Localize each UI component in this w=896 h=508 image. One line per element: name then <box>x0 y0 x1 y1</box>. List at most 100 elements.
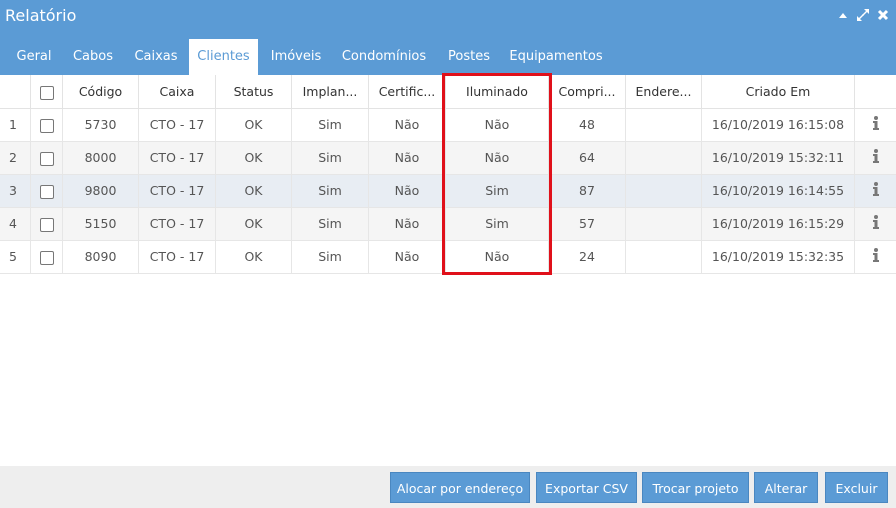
window-controls <box>836 8 890 22</box>
info-icon[interactable] <box>872 242 880 274</box>
header-criado-em[interactable]: Criado Em <box>702 75 855 108</box>
header-status[interactable]: Status <box>216 75 292 108</box>
cell-certificado: Não <box>369 241 446 273</box>
row-number: 2 <box>0 142 31 174</box>
header-rownum <box>0 75 31 108</box>
tab-postes[interactable]: Postes <box>438 39 500 75</box>
cell-implantado: Sim <box>292 109 369 141</box>
alocar-por-endereco-button[interactable]: Alocar por endereço <box>390 472 530 503</box>
row-actions <box>855 241 896 273</box>
results-panel: Código Caixa Status Implan... Certific..… <box>0 75 896 466</box>
cell-comprimento: 64 <box>549 142 626 174</box>
row-number: 4 <box>0 208 31 240</box>
header-comprimento[interactable]: Compri... <box>549 75 626 108</box>
header-endereco[interactable]: Endere... <box>626 75 702 108</box>
header-certificado[interactable]: Certific... <box>369 75 446 108</box>
row-actions <box>855 208 896 240</box>
expand-icon[interactable] <box>856 8 870 22</box>
cell-status: OK <box>216 175 292 207</box>
exportar-csv-button[interactable]: Exportar CSV <box>536 472 637 503</box>
cell-certificado: Não <box>369 142 446 174</box>
row-select <box>31 109 63 141</box>
minimize-icon[interactable] <box>836 8 850 22</box>
table-row[interactable]: 3 9800 CTO - 17 OK Sim Não Sim 87 16/10/2019 16:… <box>0 175 896 208</box>
tab-clientes[interactable]: Clientes <box>189 39 258 75</box>
cell-implantado: Sim <box>292 142 369 174</box>
table-row[interactable]: 4 5150 CTO - 17 OK Sim Não Sim 57 16/10/2019 16:… <box>0 208 896 241</box>
cell-iluminado: Não <box>446 241 549 273</box>
cell-implantado: Sim <box>292 175 369 207</box>
tab-caixas[interactable]: Caixas <box>126 39 186 75</box>
cell-criado-em: 16/10/2019 16:15:29 <box>702 208 855 240</box>
tab-cabos[interactable]: Cabos <box>64 39 122 75</box>
cell-criado-em: 16/10/2019 16:14:55 <box>702 175 855 207</box>
info-icon[interactable] <box>872 209 880 241</box>
cell-caixa: CTO - 17 <box>139 241 216 273</box>
cell-iluminado: Sim <box>446 208 549 240</box>
alterar-button[interactable]: Alterar <box>754 472 818 503</box>
cell-iluminado: Não <box>446 109 549 141</box>
cell-status: OK <box>216 208 292 240</box>
row-select <box>31 142 63 174</box>
cell-endereco <box>626 241 702 273</box>
action-bar: Alocar por endereço Exportar CSV Trocar … <box>0 466 896 508</box>
excluir-button[interactable]: Excluir <box>825 472 888 503</box>
cell-endereco <box>626 175 702 207</box>
cell-endereco <box>626 109 702 141</box>
tab-condominios[interactable]: Condomínios <box>333 39 435 75</box>
table-row[interactable]: 5 8090 CTO - 17 OK Sim Não Não 24 16/10/2019 15:… <box>0 241 896 274</box>
cell-codigo: 8000 <box>63 142 139 174</box>
tab-imoveis[interactable]: Imóveis <box>262 39 330 75</box>
cell-endereco <box>626 208 702 240</box>
cell-codigo: 5730 <box>63 109 139 141</box>
window-titlebar: Relatório <box>0 0 896 34</box>
table-row[interactable]: 1 5730 CTO - 17 OK Sim Não Não 48 16/10/2019 16:… <box>0 109 896 142</box>
cell-status: OK <box>216 241 292 273</box>
row-checkbox[interactable] <box>39 250 54 265</box>
cell-codigo: 9800 <box>63 175 139 207</box>
cell-caixa: CTO - 17 <box>139 208 216 240</box>
info-icon[interactable] <box>872 143 880 175</box>
cell-certificado: Não <box>369 109 446 141</box>
row-select <box>31 241 63 273</box>
cell-certificado: Não <box>369 208 446 240</box>
row-number: 3 <box>0 175 31 207</box>
cell-status: OK <box>216 109 292 141</box>
header-implantado[interactable]: Implan... <box>292 75 369 108</box>
cell-criado-em: 16/10/2019 15:32:35 <box>702 241 855 273</box>
header-caixa[interactable]: Caixa <box>139 75 216 108</box>
cell-caixa: CTO - 17 <box>139 109 216 141</box>
header-iluminado[interactable]: Iluminado <box>446 75 549 108</box>
row-actions <box>855 109 896 141</box>
header-codigo[interactable]: Código <box>63 75 139 108</box>
cell-certificado: Não <box>369 175 446 207</box>
row-checkbox[interactable] <box>39 184 54 199</box>
row-select <box>31 208 63 240</box>
trocar-projeto-button[interactable]: Trocar projeto <box>642 472 749 503</box>
tab-bar: Geral Cabos Caixas Clientes Imóveis Cond… <box>0 34 896 75</box>
info-icon[interactable] <box>872 176 880 208</box>
header-actions <box>855 75 896 108</box>
cell-codigo: 8090 <box>63 241 139 273</box>
cell-criado-em: 16/10/2019 15:32:11 <box>702 142 855 174</box>
row-actions <box>855 175 896 207</box>
cell-status: OK <box>216 142 292 174</box>
cell-comprimento: 24 <box>549 241 626 273</box>
table-row[interactable]: 2 8000 CTO - 17 OK Sim Não Não 64 16/10/2019 15:… <box>0 142 896 175</box>
cell-implantado: Sim <box>292 208 369 240</box>
cell-criado-em: 16/10/2019 16:15:08 <box>702 109 855 141</box>
row-select <box>31 175 63 207</box>
row-checkbox[interactable] <box>39 217 54 232</box>
row-number: 5 <box>0 241 31 273</box>
cell-codigo: 5150 <box>63 208 139 240</box>
info-icon[interactable] <box>872 110 880 142</box>
window-title: Relatório <box>5 6 77 25</box>
close-icon[interactable] <box>876 8 890 22</box>
select-all-checkbox[interactable] <box>39 85 54 100</box>
tab-geral[interactable]: Geral <box>6 39 62 75</box>
cell-iluminado: Sim <box>446 175 549 207</box>
grid-header: Código Caixa Status Implan... Certific..… <box>0 75 896 109</box>
row-checkbox[interactable] <box>39 118 54 133</box>
row-checkbox[interactable] <box>39 151 54 166</box>
tab-equipamentos[interactable]: Equipamentos <box>503 39 609 75</box>
